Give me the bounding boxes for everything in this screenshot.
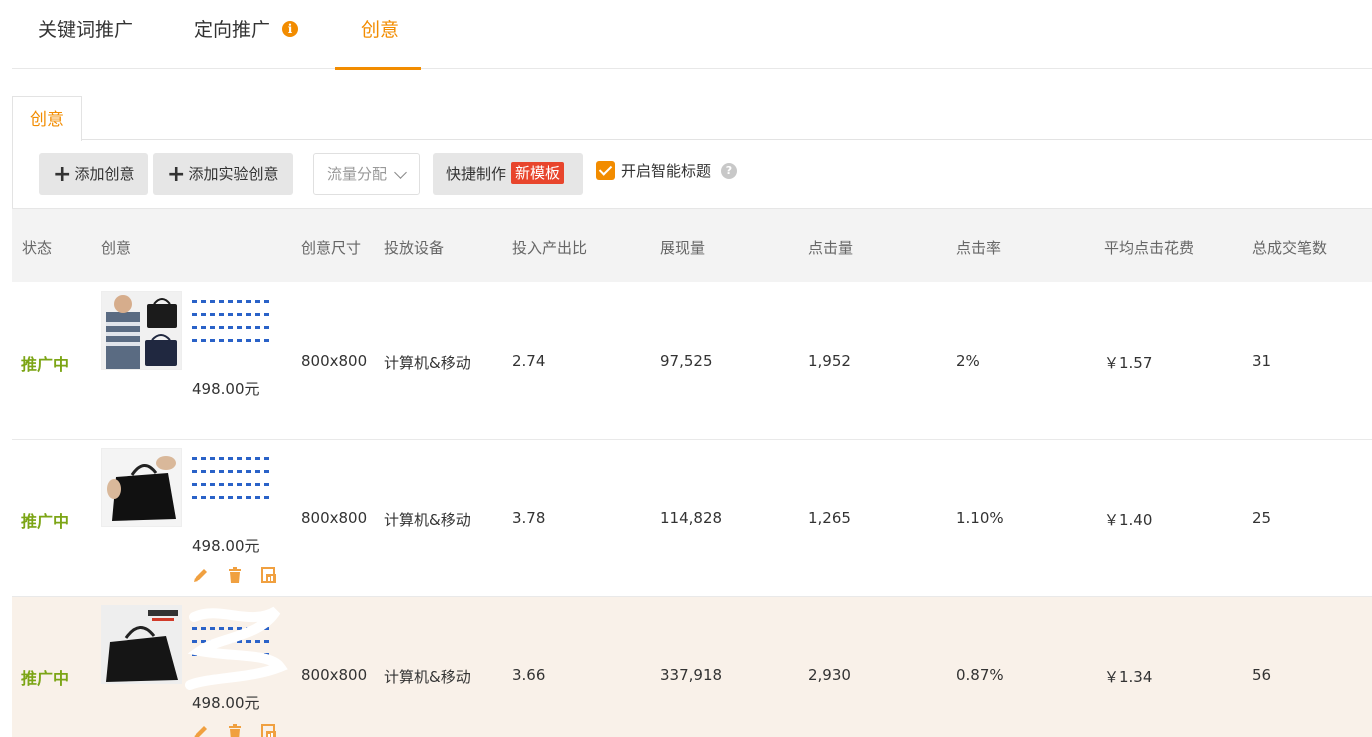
top-tab-bar: 关键词推广 定向推广 i 创意 <box>12 0 1372 70</box>
blurred-title-line <box>192 496 272 499</box>
blurred-title-line <box>192 457 272 460</box>
tab-label: 关键词推广 <box>38 19 134 41</box>
cell-impressions: 337,918 <box>660 666 723 684</box>
creative-thumbnail[interactable] <box>101 605 182 684</box>
cell-roi: 3.66 <box>512 666 546 684</box>
header-cpc[interactable]: 平均点击花费 <box>1104 237 1194 258</box>
blurred-title-line <box>192 470 272 473</box>
blurred-title-line <box>192 483 272 486</box>
plus-icon: + <box>53 162 72 187</box>
cell-impressions: 97,525 <box>660 352 713 370</box>
blurred-title-line <box>192 640 272 643</box>
quick-make-button[interactable]: 快捷制作 新模板 <box>433 153 583 195</box>
status-label: 推广中 <box>21 669 70 688</box>
header-creative: 创意 <box>101 239 132 257</box>
creative-actions <box>192 566 289 586</box>
chevron-down-icon <box>394 166 407 179</box>
header-size: 创意尺寸 <box>301 239 362 257</box>
tab-creative[interactable]: 创意 <box>334 0 422 70</box>
status-label: 推广中 <box>21 355 70 374</box>
blurred-title-line <box>192 326 272 329</box>
tab-label: 创意 <box>361 19 400 41</box>
edit-icon[interactable] <box>192 723 210 737</box>
blurred-title-line <box>192 614 272 617</box>
add-experiment-creative-button[interactable]: + 添加实验创意 <box>153 153 293 195</box>
blurred-title-line <box>192 300 272 303</box>
creative-actions <box>192 723 289 737</box>
cell-roi: 3.78 <box>512 509 546 527</box>
cell-ctr: 0.87% <box>956 666 1004 684</box>
select-label: 流量分配 <box>327 165 388 183</box>
cell-size: 800x800 <box>301 352 368 370</box>
delete-icon[interactable] <box>226 723 244 737</box>
plus-icon: + <box>167 162 186 187</box>
creative-price: 498.00元 <box>192 537 260 555</box>
status-label: 推广中 <box>21 512 70 531</box>
cell-size: 800x800 <box>301 666 368 684</box>
cell-ctr: 2% <box>956 352 980 370</box>
cell-orders: 25 <box>1252 509 1272 527</box>
cell-orders: 56 <box>1252 666 1272 684</box>
header-clicks[interactable]: 点击量 <box>808 237 853 258</box>
creative-management-page: 关键词推广 定向推广 i 创意 创意 + 添加创意 + 添加实验创意 流量分配 快捷制… <box>0 0 1372 737</box>
cell-roi: 2.74 <box>512 352 546 370</box>
new-template-badge: 新模板 <box>511 162 565 184</box>
header-roi[interactable]: 投入产出比 <box>512 237 587 258</box>
cell-device: 计算机&移动 <box>384 354 471 372</box>
button-label: 添加实验创意 <box>188 165 279 183</box>
blurred-title-line <box>192 339 272 342</box>
button-label: 快捷制作 <box>446 165 507 183</box>
creative-title-link[interactable] <box>192 452 272 526</box>
header-orders[interactable]: 总成交笔数 <box>1252 237 1327 258</box>
table-row: 推广中 498.00元 800x800 计算机&移动 3.78 114,828 <box>12 440 1372 597</box>
header-device: 投放设备 <box>384 239 445 257</box>
header-status: 状态 <box>22 239 53 257</box>
cell-clicks: 1,952 <box>808 352 851 370</box>
tab-keyword-promotion[interactable]: 关键词推广 <box>38 0 133 69</box>
header-impressions[interactable]: 展现量 <box>660 237 705 258</box>
cell-cpc: ￥1.40 <box>1104 511 1153 529</box>
creative-thumbnail[interactable] <box>101 448 182 527</box>
header-ctr[interactable]: 点击率 <box>956 237 1001 258</box>
cell-cpc: ￥1.57 <box>1104 354 1153 372</box>
panel-divider <box>82 139 1372 140</box>
cell-ctr: 1.10% <box>956 509 1004 527</box>
panel-tab-creative[interactable]: 创意 <box>12 96 82 141</box>
delete-icon[interactable] <box>226 566 244 584</box>
creative-thumbnail[interactable] <box>101 291 182 370</box>
smart-title-checkbox[interactable] <box>596 161 615 180</box>
info-icon[interactable]: i <box>282 20 299 37</box>
add-creative-button[interactable]: + 添加创意 <box>39 153 148 195</box>
cell-clicks: 2,930 <box>808 666 851 684</box>
cell-device: 计算机&移动 <box>384 511 471 529</box>
creative-price: 498.00元 <box>192 380 260 398</box>
tab-label: 定向推广 <box>194 19 271 41</box>
help-icon[interactable]: ? <box>721 163 737 179</box>
table-row: 推广中 498.00元 800x800 计算机&移动 3.66 337,918 … <box>12 597 1372 737</box>
cell-size: 800x800 <box>301 509 368 527</box>
cell-cpc: ￥1.34 <box>1104 668 1153 686</box>
edit-icon[interactable] <box>192 566 210 584</box>
creative-price: 498.00元 <box>192 694 260 712</box>
blurred-title-line <box>192 627 272 630</box>
tab-targeted-promotion[interactable]: 定向推广 i <box>194 0 299 69</box>
panel-border <box>12 140 13 208</box>
creative-title-link[interactable] <box>192 295 272 369</box>
cell-impressions: 114,828 <box>660 509 723 527</box>
panel-tab-label: 创意 <box>30 110 64 130</box>
blurred-title-line <box>192 653 272 656</box>
cell-orders: 31 <box>1252 352 1272 370</box>
cell-clicks: 1,265 <box>808 509 851 527</box>
table-row: 推广中 498.00元 800x800 计算机&移动 2.74 97,525 1… <box>12 283 1372 440</box>
report-icon[interactable] <box>260 723 278 737</box>
creative-title-link[interactable] <box>192 609 272 683</box>
button-label: 添加创意 <box>74 165 135 183</box>
smart-title-label[interactable]: 开启智能标题 <box>621 160 711 181</box>
cell-device: 计算机&移动 <box>384 668 471 686</box>
traffic-allocation-select[interactable]: 流量分配 <box>313 153 420 195</box>
report-icon[interactable] <box>260 566 278 584</box>
table-header: 状态 创意 创意尺寸 投放设备 投入产出比 展现量 点击量 点击率 平均点击花费… <box>12 208 1372 282</box>
blurred-title-line <box>192 313 272 316</box>
